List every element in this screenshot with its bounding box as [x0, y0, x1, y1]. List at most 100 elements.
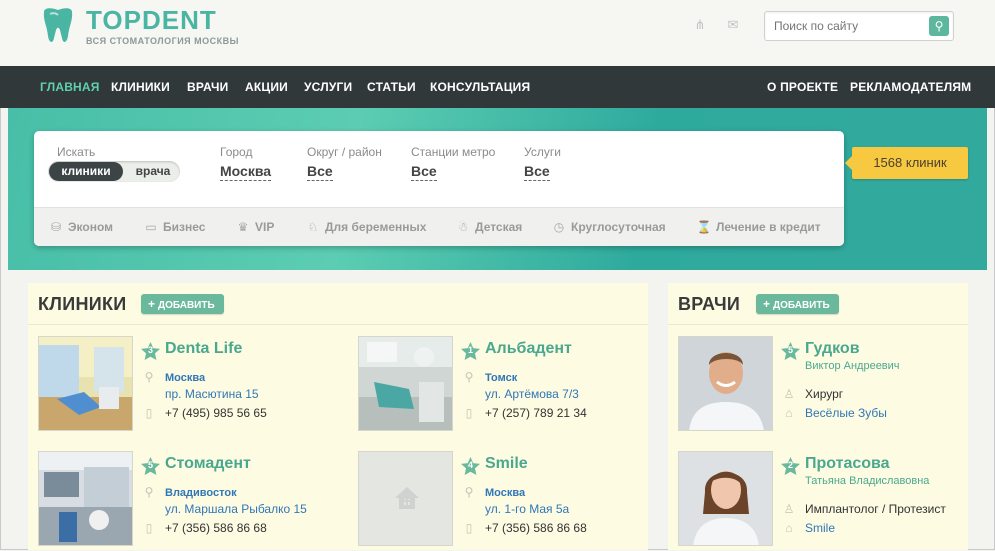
- category-24h[interactable]: ◷ Круглосуточная: [551, 208, 666, 247]
- search-icon[interactable]: ⚲: [929, 16, 949, 36]
- services-select[interactable]: Все: [524, 163, 550, 181]
- category-children[interactable]: ☃ Детская: [455, 208, 523, 247]
- category-vip[interactable]: ♛ VIP: [235, 208, 275, 247]
- main-nav: ГЛАВНАЯ КЛИНИКИ ВРАЧИ АКЦИИ УСЛУГИ СТАТЬ…: [0, 66, 995, 108]
- doctor-icon: ♙: [783, 387, 795, 401]
- clinics-section: КЛИНИКИ + ДОБАВИТЬ 3 Denta Life ⚲ Москва …: [28, 283, 648, 550]
- doctors-title: ВРАЧИ: [678, 294, 741, 314]
- district-select[interactable]: Все: [307, 163, 333, 181]
- site-logo[interactable]: TOPDENT ВСЯ СТОМАТОЛОГИЯ МОСКВЫ: [38, 6, 239, 46]
- clinic-card: 5 Стомадент ⚲ Владивосток ул. Маршала Ры…: [38, 451, 338, 551]
- clinic-name[interactable]: Стомадент: [165, 455, 251, 473]
- location-pin-icon: ⚲: [144, 370, 154, 384]
- doctor-clinic-link[interactable]: Весёлые Зубы: [805, 406, 887, 420]
- nav-item-about[interactable]: О ПРОЕКТЕ: [767, 66, 838, 108]
- clinic-city[interactable]: Владивосток: [165, 487, 237, 499]
- nav-item-clinics[interactable]: КЛИНИКИ: [111, 66, 170, 108]
- doctor-photo[interactable]: [678, 451, 773, 546]
- nav-item-promotions[interactable]: АКЦИИ: [245, 66, 288, 108]
- category-bar: ⛁ Эконом ▭ Бизнес ♛ VIP ♘ Для беременных ☃ Де…: [34, 207, 844, 246]
- location-pin-icon: ⚲: [464, 370, 474, 384]
- rank-number: 5: [787, 345, 793, 355]
- clinic-card: 3 Denta Life ⚲ Москва пр. Масютина 15 ▯ …: [38, 336, 338, 436]
- clinic-home-icon: ⌂: [785, 521, 793, 535]
- clinic-address[interactable]: ул. Маршала Рыбалко 15: [165, 502, 307, 516]
- toggle-doctors[interactable]: врача: [128, 162, 178, 181]
- doctor-photo[interactable]: [678, 336, 773, 431]
- filter-panel: Искать клиники врача Город Москва Округ …: [34, 131, 844, 246]
- phone-icon: ▯: [145, 406, 153, 420]
- doctor-icon: ♙: [783, 502, 795, 516]
- nav-item-doctors[interactable]: ВРАЧИ: [187, 66, 228, 108]
- nav-item-services[interactable]: УСЛУГИ: [304, 66, 352, 108]
- doctor-surname[interactable]: Протасова: [805, 455, 890, 473]
- clinic-name[interactable]: Smile: [485, 455, 528, 473]
- clinic-photo[interactable]: [38, 336, 133, 431]
- category-business[interactable]: ▭ Бизнес: [143, 208, 205, 247]
- doctor-card: 2 Протасова Татьяна Владиславовна ♙ Импл…: [678, 451, 963, 551]
- site-header: TOPDENT ВСЯ СТОМАТОЛОГИЯ МОСКВЫ ⋔ ✉ ⚲: [0, 0, 995, 66]
- rank-number: 2: [787, 460, 793, 470]
- home-icon: [395, 487, 419, 509]
- category-credit[interactable]: ⌛ Лечение в кредит: [696, 208, 821, 247]
- category-economy[interactable]: ⛁ Эконом: [48, 208, 113, 247]
- rank-number: 1: [467, 345, 473, 355]
- metro-select[interactable]: Все: [411, 163, 437, 181]
- clinic-address[interactable]: пр. Масютина 15: [165, 387, 259, 401]
- clinic-photo[interactable]: [358, 336, 453, 431]
- crown-icon: ♛: [237, 220, 249, 234]
- clinics-title: КЛИНИКИ: [38, 294, 127, 314]
- clinic-photo-placeholder[interactable]: [358, 451, 453, 546]
- phone-icon: ▯: [465, 521, 473, 535]
- category-pregnant[interactable]: ♘ Для беременных: [305, 208, 427, 247]
- mail-icon[interactable]: ✉: [725, 18, 741, 32]
- add-clinic-button[interactable]: + ДОБАВИТЬ: [141, 294, 224, 314]
- nav-item-home[interactable]: ГЛАВНАЯ: [40, 66, 100, 108]
- clinic-address[interactable]: ул. Артёмова 7/3: [485, 387, 579, 401]
- clinic-name[interactable]: Denta Life: [165, 340, 242, 358]
- toggle-clinics[interactable]: клиники: [49, 162, 123, 181]
- clinic-phone: +7 (356) 586 86 68: [485, 521, 587, 535]
- services-label: Услуги: [524, 145, 561, 159]
- search-input[interactable]: [765, 12, 915, 40]
- district-label: Округ / район: [307, 145, 382, 159]
- doctor-clinic-link[interactable]: Smile: [805, 521, 835, 535]
- doctor-card: 5 Гудков Виктор Андреевич ♙ Хирург ⌂ Вес…: [678, 336, 963, 436]
- category-label: Лечение в кредит: [716, 220, 821, 234]
- clinic-count-badge[interactable]: 1568 клиник: [845, 147, 968, 179]
- rank-star-icon: 2: [781, 457, 800, 476]
- doctor-name[interactable]: Виктор Андреевич: [805, 360, 900, 372]
- rank-star-icon: 1: [461, 342, 480, 361]
- add-doctor-button[interactable]: + ДОБАВИТЬ: [756, 294, 839, 314]
- clinic-phone: +7 (257) 789 21 34: [485, 406, 587, 420]
- category-label: Бизнес: [163, 220, 206, 234]
- rank-number: 4: [467, 460, 473, 470]
- nav-item-consultation[interactable]: КОНСУЛЬТАЦИЯ: [430, 66, 530, 108]
- doctor-name[interactable]: Татьяна Владиславовна: [805, 475, 929, 487]
- rank-star-icon: 5: [781, 342, 800, 361]
- clinic-photo[interactable]: [38, 451, 133, 546]
- nav-item-advertisers[interactable]: РЕКЛАМОДАТЕЛЯМ: [850, 66, 971, 108]
- search-type-toggle[interactable]: клиники врача: [48, 161, 180, 182]
- doctors-section: ВРАЧИ + ДОБАВИТЬ 5 Гудков Виктор Андрееви…: [668, 283, 968, 550]
- clinic-city[interactable]: Москва: [165, 372, 205, 384]
- phone-icon: ▯: [145, 521, 153, 535]
- clinic-city[interactable]: Томск: [485, 372, 517, 384]
- sitemap-icon[interactable]: ⋔: [692, 18, 708, 32]
- clinic-card: 4 Smile ⚲ Москва ул. 1-го Мая 5а ▯ +7 (3…: [358, 451, 658, 551]
- clinic-address[interactable]: ул. 1-го Мая 5а: [485, 502, 569, 516]
- rank-star-icon: 4: [461, 457, 480, 476]
- clinic-card: 1 Альбадент ⚲ Томск ул. Артёмова 7/3 ▯ +…: [358, 336, 658, 436]
- category-label: Круглосуточная: [571, 220, 666, 234]
- nav-item-articles[interactable]: СТАТЬИ: [367, 66, 416, 108]
- doctor-surname[interactable]: Гудков: [805, 340, 860, 358]
- city-select[interactable]: Москва: [220, 163, 272, 181]
- clinic-city[interactable]: Москва: [485, 487, 525, 499]
- logo-subtitle: ВСЯ СТОМАТОЛОГИЯ МОСКВЫ: [86, 36, 239, 46]
- clinic-name[interactable]: Альбадент: [485, 340, 572, 358]
- category-label: Эконом: [68, 220, 114, 234]
- add-clinic-label: ДОБАВИТЬ: [158, 300, 215, 311]
- search-type-label: Искать: [57, 145, 96, 159]
- site-search: ⚲: [764, 11, 954, 41]
- category-label: Для беременных: [325, 220, 427, 234]
